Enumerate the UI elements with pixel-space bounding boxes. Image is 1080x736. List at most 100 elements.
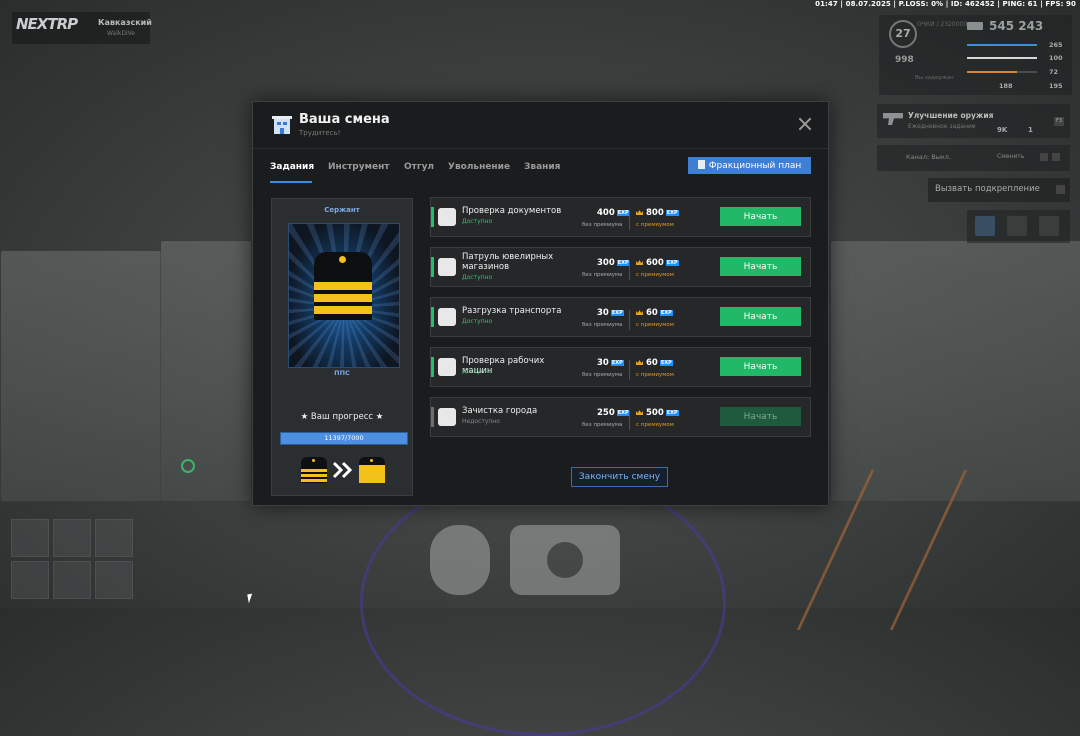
rank-name: Сержант [324,206,360,214]
background-locker [830,240,1080,502]
server-brand: NEXTRP Кавказский WalkDiVe [12,12,152,44]
hotbar-slot[interactable] [53,561,91,599]
document-icon [697,160,705,169]
jewelry-icon [438,258,456,276]
crown-icon [636,310,643,315]
task-status: Доступно [462,218,493,225]
start-task-button[interactable]: Начать [720,207,801,226]
player-hud: 27 ОЧКИ / 2320000 545 243 265 100 72 998… [879,15,1072,95]
weapon-icon [883,113,903,125]
reward-divider [629,210,630,230]
strap-stripe [301,474,327,477]
faction-plan-label: Фракционный план [708,161,802,171]
reward-base-label: без премиума [582,422,623,428]
start-task-button[interactable]: Начать [720,357,801,376]
daily-quest-panel[interactable]: Улучшение оружия Ежедневное задание 9K 1… [877,104,1070,138]
task-status: Доступно [462,368,493,375]
reward-base-value: 30 [597,358,609,368]
rank-department: ППС [334,369,350,377]
hotbar-slot[interactable] [11,519,49,557]
exp-badge: EXP [610,360,624,366]
hotbar-slot[interactable] [95,561,133,599]
reward-base-value: 300 [597,258,615,268]
task-row: Зачистка города Недоступно 250 EXP без преми… [430,397,811,437]
car-icon [438,358,456,376]
hotbar-slot[interactable] [53,519,91,557]
exp-badge: EXP [659,310,673,316]
exp-badge: EXP [616,260,630,266]
radio-channel: Канал: Выкл. [906,153,951,161]
modal-title: Ваша смена [299,112,390,127]
reward-premium-label: с премиумом [636,422,674,428]
strap-stripe [301,479,327,482]
calendar-icon[interactable] [975,216,995,236]
task-reward-base: 30 EXP [597,308,624,318]
progress-title: ★ Ваш прогресс ★ [300,412,384,422]
start-task-button[interactable]: Начать [720,407,801,426]
thirst-bar [967,71,1037,73]
strap-stripe [314,282,372,290]
reward-premium-label: с премиумом [636,222,674,228]
rank-card: Сержант ППС ★ Ваш прогресс ★ 11397/7000 [271,198,413,496]
task-row: Патруль ювелирных магазинов Доступно 300 EX… [430,247,811,287]
strap-button [370,459,373,462]
tab-dismissal[interactable]: Увольнение [448,162,510,172]
tab-ranks[interactable]: Звания [524,162,560,172]
passport-icon [438,208,456,226]
rank-progress-text: 11397/7000 [324,434,364,442]
level-progress-label: ОЧКИ / 2320000 [917,21,968,28]
quest-reward-count: 1 [1028,126,1033,134]
exp-badge: EXP [659,360,673,366]
exp-badge: EXP [665,210,679,216]
task-reward-premium: 800 EXP [636,208,679,218]
hud-quick-icons [967,210,1070,243]
tab-day-off[interactable]: Отгул [404,162,434,172]
strap-fill [359,465,385,483]
start-task-button[interactable]: Начать [720,257,801,276]
close-icon[interactable] [798,117,812,131]
strap-button [312,459,315,462]
reward-base-label: без премиума [582,322,623,328]
task-reward-premium: 500 EXP [636,408,679,418]
strap-stripe [314,306,372,314]
task-status-accent [431,307,434,327]
task-reward-base: 30 EXP [597,358,624,368]
radio-panel: Канал: Выкл. Сменить [877,145,1070,171]
task-status: Доступно [462,274,493,281]
cash-icon [967,22,983,30]
task-reward-base: 400 EXP [597,208,630,218]
task-status-accent [431,257,434,277]
task-reward-base: 300 EXP [597,258,630,268]
task-reward-base: 250 EXP [597,408,630,418]
task-row: Проверка документов Доступно 400 EXP без пре… [430,197,811,237]
call-backup-label: Вызвать подкрепление [935,184,1040,194]
skip-icon[interactable] [1007,216,1027,236]
building-icon [272,116,292,134]
notification-bell-icon[interactable] [1039,216,1059,236]
task-status-accent [431,407,434,427]
faction-plan-button[interactable]: Фракционный план [688,157,811,174]
ammo-value: 188 [999,82,1013,90]
crown-icon [636,360,643,365]
start-task-button[interactable]: Начать [720,307,801,326]
task-reward-premium: 60 EXP [636,308,673,318]
task-name: Патруль ювелирных магазинов [462,252,554,272]
player-name: WalkDiVe [107,30,135,37]
current-rank-strap-icon [301,457,327,483]
server-logo: NEXTRP [16,15,78,33]
truck-icon [438,308,456,326]
exp-badge: EXP [616,410,630,416]
tab-tools[interactable]: Инструмент [328,162,390,172]
reward-divider [629,410,630,430]
health-value: 265 [1049,41,1063,49]
reward-premium-value: 800 [646,208,664,218]
quest-title: Улучшение оружия [908,111,994,120]
shift-modal: Ваша смена Трудитесь! Задания Инструмент… [252,101,829,506]
call-backup-button[interactable]: Вызвать подкрепление [928,178,1070,202]
hotbar-slot[interactable] [11,561,49,599]
task-name: Зачистка города [462,406,538,416]
hotbar-slot[interactable] [95,519,133,557]
tab-tasks[interactable]: Задания [270,162,314,172]
finish-shift-button[interactable]: Закончить смену [571,467,668,487]
reward-divider [629,360,630,380]
